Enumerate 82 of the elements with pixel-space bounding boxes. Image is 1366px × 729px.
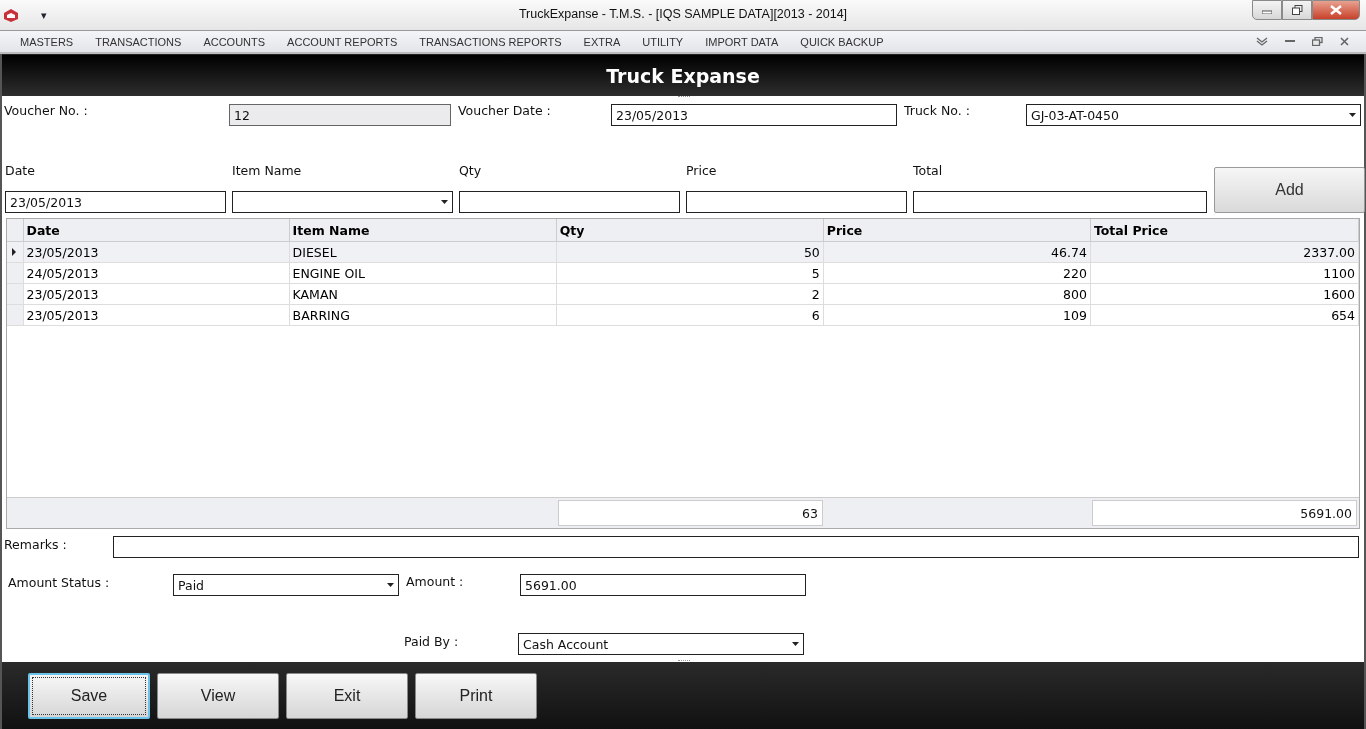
column-header[interactable]: Qty (556, 219, 824, 242)
table-cell: 50 (556, 241, 824, 263)
table-cell: 109 (823, 304, 1091, 326)
field-label: Remarks : (4, 537, 68, 552)
table-cell: 1600 (1090, 283, 1359, 305)
field-label: Qty (459, 163, 482, 178)
close-icon (1330, 5, 1342, 15)
table-cell: 220 (823, 262, 1091, 284)
input-field[interactable]: 12 (229, 104, 451, 126)
dropdown-field[interactable]: Paid (173, 574, 399, 596)
action-button[interactable]: Print (415, 672, 537, 719)
dropdown-field[interactable]: Cash Account (518, 633, 804, 655)
table-cell: ENGINE OIL (289, 262, 557, 284)
form-header: Truck Expanse (2, 54, 1364, 96)
restore-button[interactable] (1282, 0, 1312, 20)
table-cell: 2337.00 (1090, 241, 1359, 263)
action-button[interactable]: View (157, 672, 279, 719)
field-label: Voucher No. : (4, 103, 89, 118)
add-button[interactable]: Add (1214, 167, 1365, 213)
column-header[interactable]: Total Price (1090, 219, 1359, 242)
table-cell: 654 (1090, 304, 1359, 326)
dropdown-arrow-icon (387, 583, 394, 587)
dropdown-arrow-icon (441, 200, 448, 204)
dropdown-field[interactable]: GJ-03-AT-0450 (1026, 104, 1361, 126)
field-label: Date (5, 163, 35, 178)
input-field[interactable] (913, 191, 1207, 213)
restore-icon (1291, 5, 1303, 15)
table-cell: 46.74 (823, 241, 1091, 263)
column-header[interactable]: Price (823, 219, 1091, 242)
field-label: Total (913, 163, 943, 178)
dropdown-arrow-icon (792, 642, 799, 646)
table-cell: 24/05/2013 (23, 262, 290, 284)
action-button[interactable]: Save (28, 672, 150, 719)
menu-item[interactable]: ACCOUNTS (192, 35, 277, 48)
window-title: TruckExpanse - T.M.S. - [IQS SAMPLE DATA][2013 - 2014] (518, 7, 848, 21)
input-field[interactable]: 5691.00 (1092, 500, 1357, 526)
table-cell: 800 (823, 283, 1091, 305)
minimize-icon[interactable] (1285, 40, 1295, 43)
restore-icon[interactable] (1312, 37, 1323, 46)
column-header[interactable]: Item Name (289, 219, 557, 242)
dropdown-arrow-icon (1349, 113, 1356, 117)
table-cell: 5 (556, 262, 824, 284)
row-pointer-icon (12, 248, 16, 256)
table-cell: 23/05/2013 (23, 241, 290, 263)
field-label: Paid By : (404, 634, 460, 649)
field-label: Price (686, 163, 717, 178)
close-button[interactable] (1312, 0, 1360, 20)
action-button[interactable]: Exit (286, 672, 408, 719)
input-field[interactable]: 5691.00 (520, 574, 806, 596)
column-header[interactable]: Date (23, 219, 290, 242)
close-icon[interactable] (1340, 37, 1349, 46)
app-logo-icon (3, 8, 19, 22)
field-label: Item Name (232, 163, 302, 178)
table-cell: BARRING (289, 304, 557, 326)
field-label: Truck No. : (904, 103, 971, 118)
input-field[interactable] (113, 536, 1359, 558)
table-cell: 23/05/2013 (23, 304, 290, 326)
input-field[interactable]: 23/05/2013 (611, 104, 897, 126)
input-field[interactable] (459, 191, 680, 213)
input-field[interactable]: 23/05/2013 (5, 191, 226, 213)
dropdown-field[interactable] (232, 191, 453, 213)
menu-item[interactable]: ACCOUNT REPORTS (276, 35, 409, 48)
menu-item[interactable]: UTILITY (631, 35, 695, 48)
menu-item[interactable]: MASTERS (9, 35, 85, 48)
table-cell: KAMAN (289, 283, 557, 305)
quick-access-button[interactable]: ▾ (41, 8, 47, 22)
table-cell: 2 (556, 283, 824, 305)
field-label: Amount : (406, 574, 465, 589)
menu-item[interactable]: QUICK BACKUP (789, 35, 895, 48)
table-cell: DIESEL (289, 241, 557, 263)
menu-item[interactable]: IMPORT DATA (694, 35, 790, 48)
table-cell: 1100 (1090, 262, 1359, 284)
menu-item[interactable]: EXTRA (572, 35, 632, 48)
menu-item[interactable]: TRANSACTIONS REPORTS (408, 35, 573, 48)
menu-item[interactable]: TRANSACTIONS (84, 35, 193, 48)
chevron-down-icon[interactable] (1256, 37, 1268, 46)
input-field[interactable]: 63 (558, 500, 823, 526)
field-label: Amount Status : (8, 575, 111, 590)
field-label: Voucher Date : (458, 103, 552, 118)
table-cell: 6 (556, 304, 824, 326)
table-cell: 23/05/2013 (23, 283, 290, 305)
input-field[interactable] (686, 191, 907, 213)
